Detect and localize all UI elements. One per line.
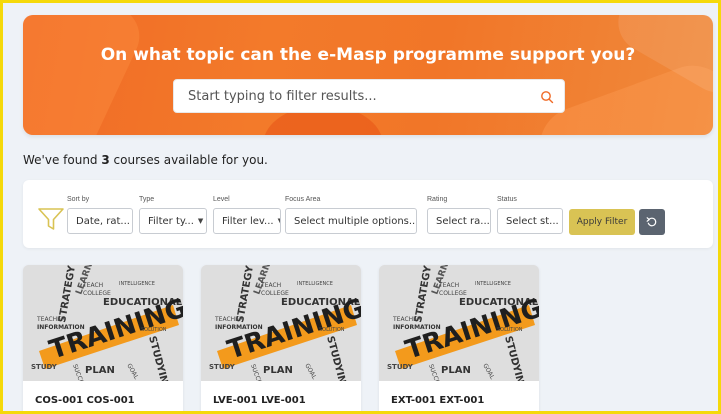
word-solution: SOLUTION [319,327,345,333]
level-filter: Level Filter lev... ▼ [213,196,281,234]
hero-banner: On what topic can the e-Masp programme s… [23,15,713,135]
word-teacher: TEACHER [36,316,65,323]
level-label: Level [213,196,230,203]
chevron-down-icon: ▼ [278,217,280,225]
word-college: COLLEGE [261,290,289,297]
word-plan: PLAN [263,365,293,376]
rating-filter: Rating Select ra...▼ [427,196,491,234]
focus-area-value: Select multiple options... [294,215,417,227]
focus-area-filter: Focus Area Select multiple options... [285,196,417,234]
course-card[interactable]: STRATEGY LEARN TEACH COLLEGE INTELLIGENC… [23,265,183,411]
results-count: 3 [101,153,110,167]
course-code: EXT-001 EXT-001 [391,395,485,406]
status-filter: Status Select st...▼ [497,196,563,234]
sort-label: Sort by [67,196,90,203]
word-college: COLLEGE [83,290,111,297]
word-intelligence: INTELLIGENCE [475,281,511,287]
status-value: Select st... [506,215,559,227]
focus-area-select[interactable]: Select multiple options... [285,208,417,234]
rating-select[interactable]: Select ra...▼ [427,208,491,234]
word-solution: SOLUTION [497,327,523,333]
sort-value: Date, rat... [76,215,130,227]
type-label: Type [139,196,155,203]
word-plan: PLAN [85,365,115,376]
status-label: Status [497,196,517,203]
type-select[interactable]: Filter ty... ▼ [139,208,207,234]
search-icon[interactable] [540,89,554,104]
word-teacher: TEACHER [214,316,243,323]
course-image: STRATEGY LEARN TEACH COLLEGE INTELLIGENC… [379,265,539,381]
results-count-text: We've found 3 courses available for you. [23,153,268,167]
type-value: Filter ty... [148,215,194,227]
reset-filter-button[interactable] [639,209,665,235]
reset-icon [646,213,658,232]
word-study: STUDY [31,363,58,371]
level-select[interactable]: Filter lev... ▼ [213,208,281,234]
apply-filter-button[interactable]: Apply Filter [569,209,635,235]
word-teacher: TEACHER [392,316,421,323]
word-intelligence: INTELLIGENCE [297,281,333,287]
level-value: Filter lev... [222,215,274,227]
sort-select[interactable]: Date, rat...▼ [67,208,133,234]
filter-funnel-icon [37,206,65,232]
word-college: COLLEGE [439,290,467,297]
course-image: STRATEGY LEARN TEACH COLLEGE INTELLIGENC… [201,265,361,381]
sort-filter: Sort by Date, rat...▼ [67,196,133,234]
topic-search-input[interactable] [188,88,540,104]
word-solution: SOLUTION [141,327,167,333]
hero-title: On what topic can the e-Masp programme s… [100,45,636,65]
word-teach: TEACH [438,282,459,289]
course-code: COS-001 COS-001 [35,395,135,406]
word-study: STUDY [387,363,414,371]
topic-search-box[interactable] [173,79,565,113]
chevron-down-icon: ▼ [197,217,204,225]
hero-decoration [23,15,150,135]
word-plan: PLAN [441,365,471,376]
filter-bar: Sort by Date, rat...▼ Type Filter ty...▼… [23,180,713,248]
type-filter: Type Filter ty... ▼ [139,196,207,234]
rating-value: Select ra... [436,215,490,227]
rating-label: Rating [427,196,448,203]
page-frame: On what topic can the e-Masp programme s… [0,0,721,414]
word-intelligence: INTELLIGENCE [119,281,155,287]
course-image: STRATEGY LEARN TEACH COLLEGE INTELLIGENC… [23,265,183,381]
course-card[interactable]: STRATEGY LEARN TEACH COLLEGE INTELLIGENC… [201,265,361,411]
focus-area-label: Focus Area [285,196,321,203]
word-teach: TEACH [260,282,281,289]
course-card[interactable]: STRATEGY LEARN TEACH COLLEGE INTELLIGENC… [379,265,539,411]
word-study: STUDY [209,363,236,371]
status-select[interactable]: Select st...▼ [497,208,563,234]
word-teach: TEACH [82,282,103,289]
course-code: LVE-001 LVE-001 [213,395,306,406]
